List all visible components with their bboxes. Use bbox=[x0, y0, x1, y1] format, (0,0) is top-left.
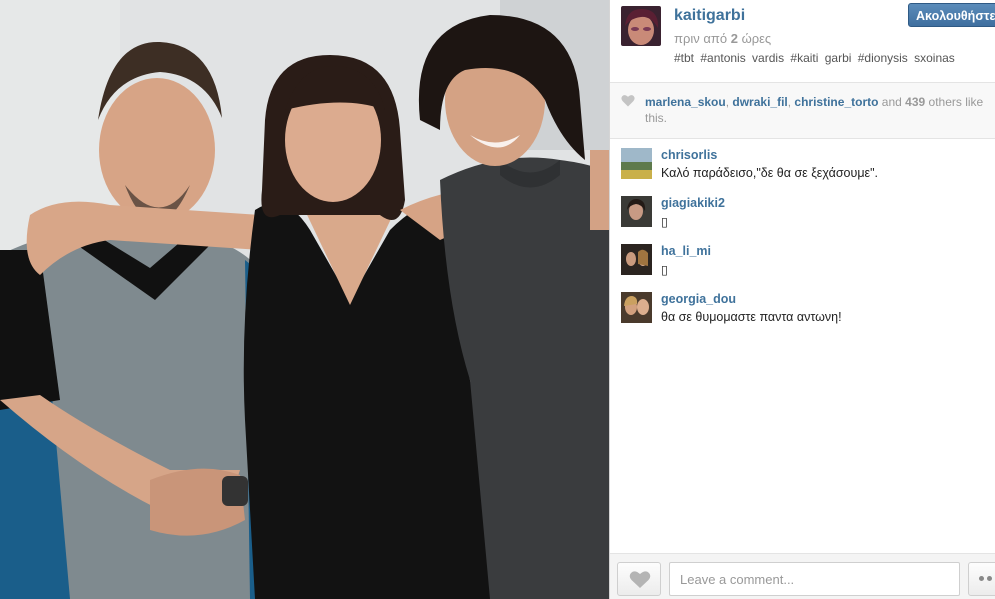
post-photo[interactable] bbox=[0, 0, 609, 599]
avatar-image bbox=[621, 196, 652, 227]
comment-username[interactable]: giagiakiki2 bbox=[661, 196, 725, 210]
avatar-image bbox=[621, 148, 652, 179]
comment-item: georgia_dou θα σε θυμομαστε παντα αντωνη… bbox=[610, 292, 995, 336]
likes-row: marlena_skou, dwraki_fil, christine_tort… bbox=[610, 83, 995, 138]
liker-link[interactable]: dwraki_fil bbox=[732, 95, 787, 109]
commenter-avatar[interactable] bbox=[621, 148, 652, 179]
likes-and: and bbox=[881, 95, 902, 109]
likes-text: marlena_skou, dwraki_fil, christine_tort… bbox=[645, 95, 984, 125]
time-prefix: πριν από bbox=[674, 31, 728, 46]
comment-item: chrisorlis Καλό παράδεισο,"δε θα σε ξεχά… bbox=[610, 148, 995, 192]
post-sidebar: kaitigarbi πριν από 2 ώρες #tbt #antonis… bbox=[610, 0, 995, 599]
comment-item: giagiakiki2 ▯ bbox=[610, 196, 995, 240]
liker-link[interactable]: christine_torto bbox=[794, 95, 878, 109]
owner-username[interactable]: kaitigarbi bbox=[674, 7, 745, 25]
more-options-icon bbox=[979, 576, 984, 581]
comment-username[interactable]: georgia_dou bbox=[661, 292, 736, 306]
comment-item: ha_li_mi ▯ bbox=[610, 244, 995, 288]
comment-text: Καλό παράδεισο,"δε θα σε ξεχάσουμε". bbox=[661, 166, 879, 180]
liker-link[interactable]: marlena_skou bbox=[645, 95, 726, 109]
avatar-image bbox=[621, 6, 661, 46]
time-unit: ώρες bbox=[741, 31, 772, 46]
more-options-icon bbox=[987, 576, 992, 581]
owner-avatar[interactable] bbox=[621, 6, 661, 46]
avatar-image bbox=[621, 292, 652, 323]
comment-text: θα σε θυμομαστε παντα αντωνη! bbox=[661, 310, 842, 324]
likes-count: 439 bbox=[905, 95, 926, 109]
divider bbox=[610, 138, 995, 139]
comment-username[interactable]: chrisorlis bbox=[661, 148, 717, 162]
photo-illustration bbox=[0, 0, 609, 599]
post-header: kaitigarbi πριν από 2 ώρες #tbt #antonis… bbox=[610, 0, 995, 82]
post-caption: #tbt #antonis vardis #kaiti garbi #diony… bbox=[674, 51, 955, 65]
comment-text: ▯ bbox=[661, 215, 668, 229]
heart-icon bbox=[621, 94, 635, 112]
follow-button[interactable]: Ακολουθήστε bbox=[908, 3, 995, 27]
comment-text: ▯ bbox=[661, 263, 668, 277]
comment-footer bbox=[610, 553, 995, 599]
comment-username[interactable]: ha_li_mi bbox=[661, 244, 711, 258]
like-button[interactable] bbox=[617, 562, 661, 596]
more-options-button[interactable] bbox=[968, 562, 995, 596]
avatar-image bbox=[621, 244, 652, 275]
comment-input[interactable] bbox=[669, 562, 960, 596]
heart-icon bbox=[629, 570, 651, 594]
time-number: 2 bbox=[730, 31, 738, 46]
post-timestamp: πριν από 2 ώρες bbox=[674, 31, 771, 46]
commenter-avatar[interactable] bbox=[621, 196, 652, 227]
commenter-avatar[interactable] bbox=[621, 292, 652, 323]
commenter-avatar[interactable] bbox=[621, 244, 652, 275]
